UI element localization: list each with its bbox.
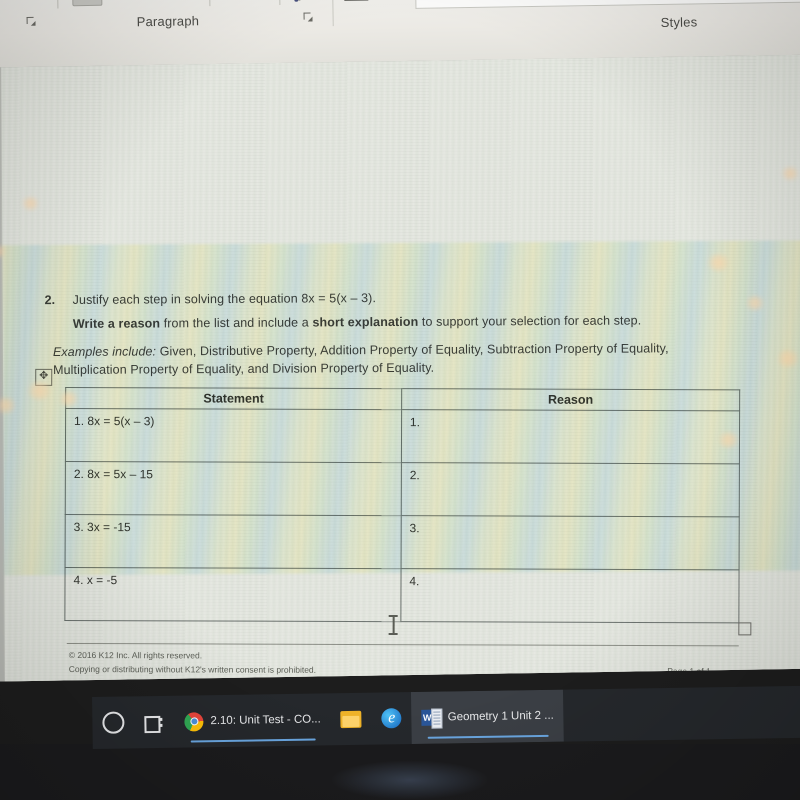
instruction-tail: to support your selection for each step. (418, 313, 642, 329)
statement-cell-1[interactable]: 1. 8x = 5(x – 3) (65, 408, 402, 463)
instruction-bold-lead: Write a reason (72, 316, 161, 331)
table-header-reason: Reason (401, 388, 740, 411)
footer-notice: Copying or distributing without K12's wr… (68, 663, 317, 675)
reason-cell-2[interactable]: 2. (401, 462, 740, 517)
reason-cell-1[interactable]: 1. (401, 409, 740, 464)
statement-cell-3[interactable]: 3. 3x = -15 (65, 514, 402, 569)
chrome-taskbar-button[interactable]: 2.10: Unit Test - CO... (174, 693, 331, 747)
table-move-handle-icon[interactable]: ✥ (35, 368, 53, 386)
windows-taskbar: 2.10: Unit Test - CO... e W Geometry 1 U… (92, 685, 800, 749)
font-color-icon[interactable] (21, 0, 43, 5)
question-stem: Justify each step in solving the equatio… (72, 291, 377, 307)
word-icon: W (421, 707, 443, 729)
reason-cell-4[interactable]: 4. (400, 568, 740, 623)
screen-photo: Paragraph Styles Name_Date ¶ Normal Poin… (0, 0, 800, 800)
edge-taskbar-button[interactable]: e (371, 692, 412, 745)
task-view-button[interactable] (134, 696, 175, 749)
toolbar-divider (57, 0, 59, 9)
table-row[interactable]: 4. x = -5 4. (64, 567, 740, 623)
cortana-search-button[interactable] (92, 696, 135, 749)
table-resize-handle-icon[interactable] (738, 622, 752, 636)
task-view-icon (144, 714, 164, 733)
table-row[interactable]: 1. 8x = 5(x – 3) 1. (65, 408, 740, 464)
paragraph-dialog-launcher-icon[interactable] (304, 12, 314, 22)
page-footer: © 2016 K12 Inc. All rights reserved. Cop… (69, 649, 749, 679)
toolbar-divider-3 (278, 0, 281, 5)
align-center-icon[interactable] (142, 0, 164, 3)
statement-reason-table-wrapper[interactable]: ✥ Statement Reason 1. 8x = 5(x – 3) 1. 2… (35, 368, 752, 636)
paragraph-dialog-launcher-left-icon[interactable] (27, 17, 37, 27)
cortana-circle-icon (102, 711, 125, 734)
question-number: 2. (44, 293, 56, 308)
file-explorer-icon (340, 710, 362, 728)
statement-reason-table[interactable]: Statement Reason 1. 8x = 5(x – 3) 1. 2. … (64, 387, 740, 623)
text-highlight-color-icon[interactable] (0, 0, 12, 6)
styles-gallery[interactable]: Name_Date ¶ Normal Points_Qu... Question… (414, 0, 800, 9)
file-explorer-taskbar-button[interactable] (330, 693, 372, 746)
reason-cell-3[interactable]: 3. (400, 515, 740, 570)
question-instruction: Write a reason from the list and include… (73, 313, 642, 330)
examples-line-1: Examples include: Given, Distributive Pr… (53, 341, 669, 359)
chrome-taskbar-label: 2.10: Unit Test - CO... (210, 713, 321, 728)
paragraph-group-icons (0, 0, 385, 10)
examples-line-2: Multiplication Property of Equality, and… (53, 360, 435, 378)
instruction-bold-short-explanation: short explanation (312, 314, 419, 330)
examples-label: Examples include: (52, 344, 157, 360)
document-page[interactable]: 2. Justify each step in solving the equa… (1, 53, 800, 682)
align-left-icon[interactable] (111, 0, 133, 4)
examples-list-part-1: Given, Distributive Property, Addition P… (156, 341, 669, 359)
footer-page-number: Page 1 of 1 (667, 666, 711, 677)
statement-cell-4[interactable]: 4. x = -5 (64, 567, 401, 622)
toolbar-divider-2 (209, 0, 211, 7)
paragraph-group-label: Paragraph (136, 13, 200, 30)
word-taskbar-label: Geometry 1 Unit 2 ... (447, 709, 554, 724)
instruction-mid: from the list and include a (160, 315, 313, 331)
table-row[interactable]: 2. 8x = 5x – 15 2. (65, 461, 740, 517)
chrome-icon (184, 711, 204, 732)
table-header-statement: Statement (65, 387, 402, 410)
text-cursor-ibeam-icon (389, 614, 398, 635)
sort-icon[interactable] (224, 0, 248, 2)
shading-icon[interactable] (294, 0, 318, 2)
table-header-row: Statement Reason (65, 387, 740, 411)
document-canvas: 2. Justify each step in solving the equa… (0, 53, 800, 682)
align-right-icon[interactable] (173, 0, 195, 3)
word-icon-page (431, 707, 443, 729)
edge-icon-letter: e (388, 709, 396, 727)
screen-glow (330, 760, 490, 800)
monitor-screen: Paragraph Styles Name_Date ¶ Normal Poin… (0, 0, 800, 682)
table-row[interactable]: 3. 3x = -15 3. (65, 514, 740, 570)
shading-swatch-icon[interactable] (72, 0, 103, 7)
word-taskbar-button[interactable]: W Geometry 1 Unit 2 ... (411, 689, 565, 744)
statement-cell-2[interactable]: 2. 8x = 5x – 15 (65, 461, 402, 516)
styles-group-label: Styles (660, 14, 698, 30)
edge-icon: e (381, 708, 402, 729)
